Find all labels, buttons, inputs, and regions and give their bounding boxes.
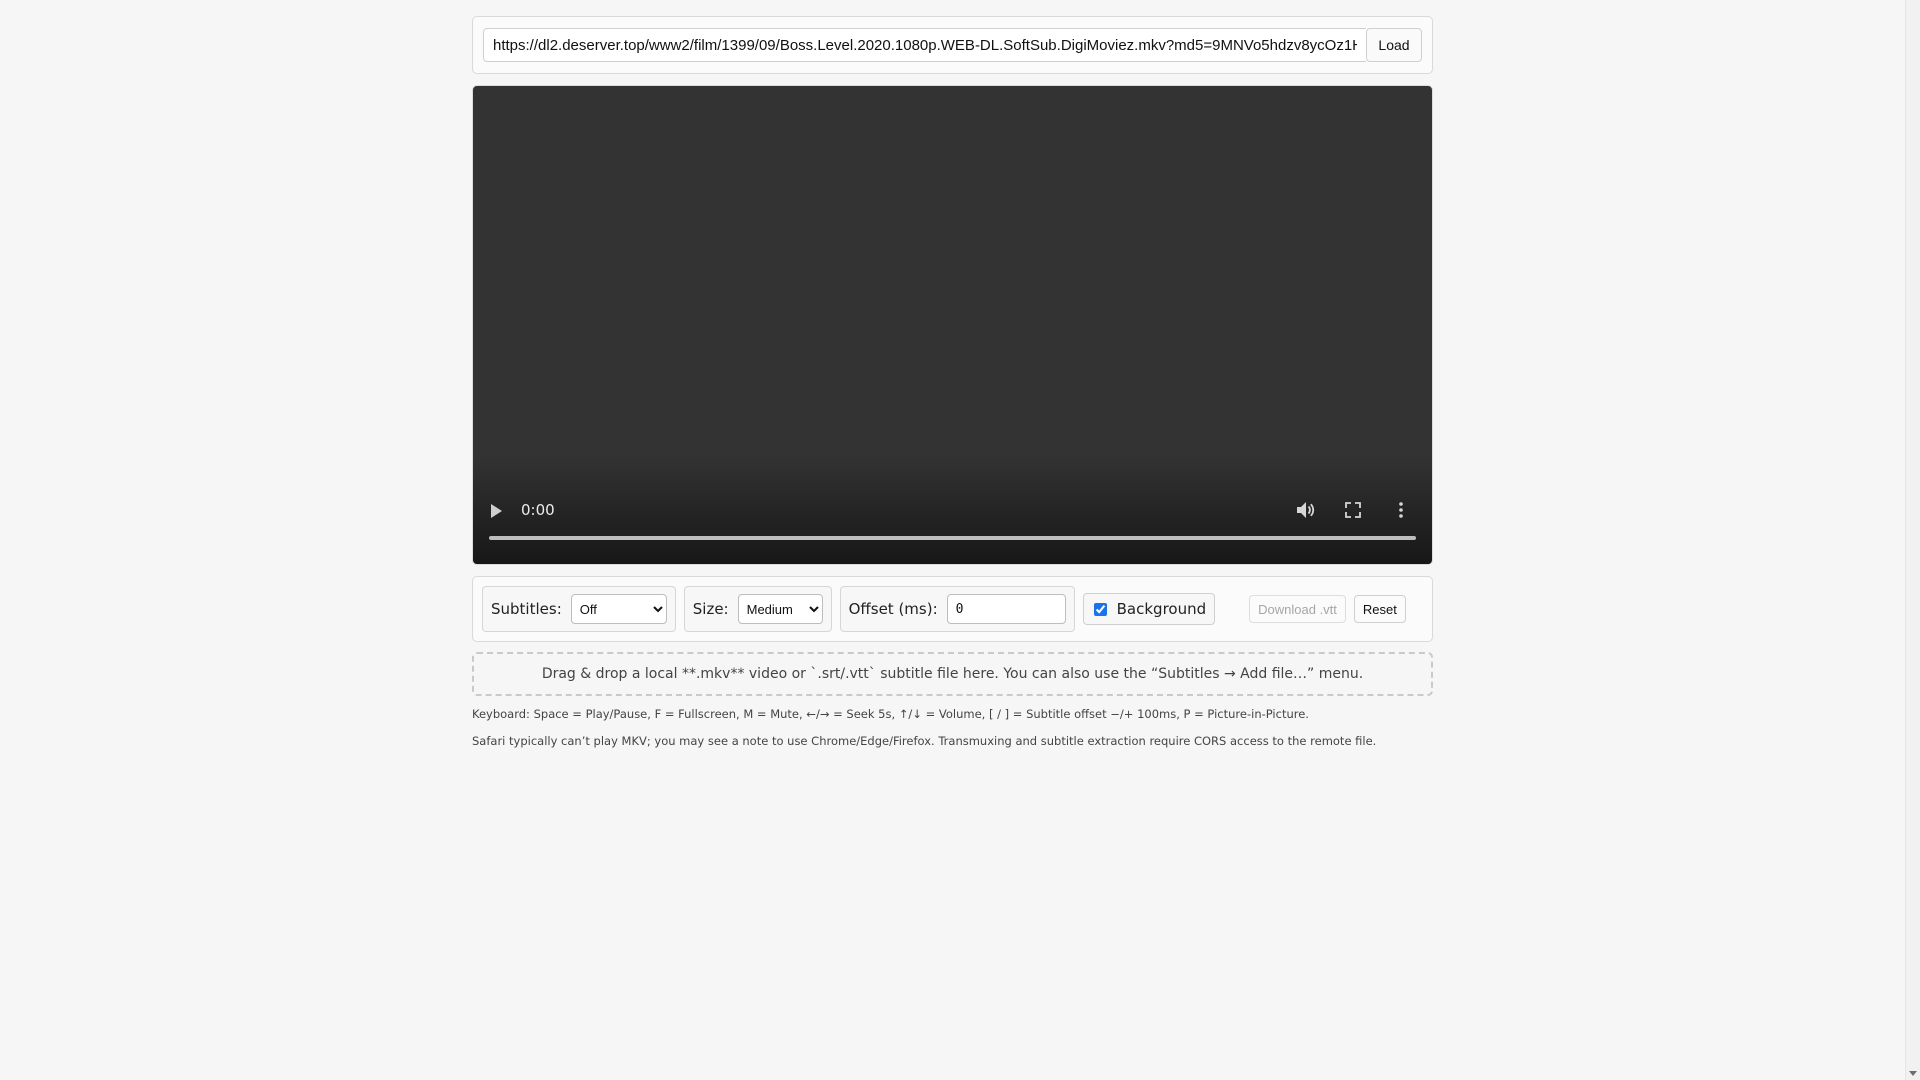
current-time: 0:00 [521,501,555,519]
scroll-down-arrow-icon[interactable] [1909,1071,1917,1076]
fullscreen-icon[interactable] [1341,498,1365,522]
offset-input[interactable] [946,594,1066,624]
subtitle-toolbar: Subtitles: Off Size: Medium Offset (ms):… [472,576,1433,642]
video-player[interactable]: 0:00 [472,85,1433,565]
background-toggle[interactable]: Background [1082,593,1216,625]
size-select[interactable]: Medium [737,594,823,624]
play-icon[interactable] [491,504,502,518]
keyboard-hint: Keyboard: Space = Play/Pause, F = Fullsc… [472,707,1309,721]
more-vert-icon[interactable] [1389,498,1413,522]
video-controls: 0:00 [473,474,1432,564]
drop-zone[interactable]: Drag & drop a local **.mkv** video or `.… [472,652,1433,696]
volume-icon[interactable] [1293,498,1317,522]
safari-note: Safari typically can’t play MKV; you may… [472,734,1377,748]
url-input[interactable] [483,28,1366,62]
size-label: Size: [692,600,729,618]
background-checkbox[interactable] [1093,602,1107,616]
subtitles-select[interactable]: Off [570,594,667,624]
drop-zone-text: Drag & drop a local **.mkv** video or `.… [541,666,1364,682]
subtitles-group: Subtitles: Off [482,586,676,632]
download-vtt-button[interactable]: Download .vtt [1249,595,1346,623]
size-group: Size: Medium [683,586,832,632]
page-scrollbar[interactable] [1905,0,1920,1080]
player-app: Load 0:00 Subti [472,16,1433,749]
background-label: Background [1116,600,1207,618]
subtitles-label: Subtitles: [491,600,562,618]
load-button[interactable]: Load [1366,28,1422,62]
progress-bar[interactable] [489,536,1416,540]
reset-button[interactable]: Reset [1353,595,1406,623]
offset-label: Offset (ms): [848,600,938,618]
offset-group: Offset (ms): [839,586,1075,632]
url-bar: Load [472,16,1433,74]
